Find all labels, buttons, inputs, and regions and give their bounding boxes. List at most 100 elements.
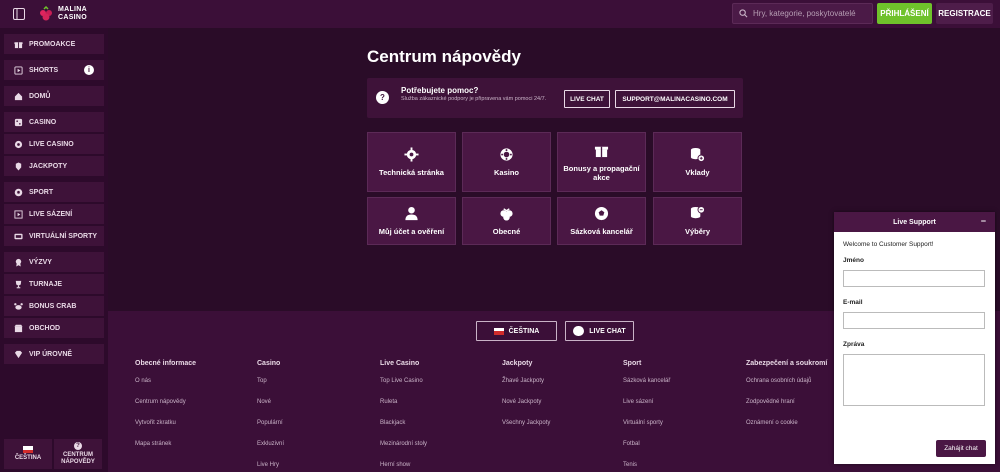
footer-link[interactable]: Ruleta bbox=[380, 399, 495, 420]
category-obecne[interactable]: Obecné bbox=[462, 197, 551, 245]
footer-link[interactable]: Blackjack bbox=[380, 420, 495, 441]
live-chat-button[interactable]: LIVE CHAT bbox=[564, 90, 610, 108]
category-kasino[interactable]: Kasino bbox=[462, 132, 551, 192]
footer-link[interactable]: Vytvořit zkratku bbox=[135, 420, 250, 441]
category-technicka-stranka[interactable]: Technická stránka bbox=[367, 132, 456, 192]
category-bonusy[interactable]: Bonusy a propagační akce bbox=[557, 132, 646, 192]
search-icon bbox=[739, 9, 748, 18]
sidebar-item-turnaje[interactable]: TURNAJE bbox=[4, 274, 104, 294]
sidebar-item-promoakce[interactable]: PROMOAKCE bbox=[4, 34, 104, 54]
support-email-button[interactable]: SUPPORT@MALINACASINO.COM bbox=[615, 90, 735, 108]
category-sazkova-kancelar[interactable]: Sázková kancelář bbox=[557, 197, 646, 245]
help-center-button[interactable]: ? CENTRUM NÁPOVĚDY bbox=[54, 439, 102, 469]
footer-link[interactable]: Tenis bbox=[623, 462, 738, 472]
shorts-icon bbox=[14, 65, 23, 75]
footer-link[interactable]: Top bbox=[257, 378, 372, 399]
footer-link[interactable]: Top Live Casino bbox=[380, 378, 495, 399]
help-center-label-line2: NÁPOVĚDY bbox=[61, 459, 95, 465]
sidebar-item-domu[interactable]: DOMŮ bbox=[4, 86, 104, 106]
category-vybery[interactable]: Výběry bbox=[653, 197, 742, 245]
sidebar-item-casino[interactable]: CASINO bbox=[4, 112, 104, 132]
language-label: ČEŠTINA bbox=[14, 455, 42, 461]
sidebar-item-label: TURNAJE bbox=[29, 280, 63, 288]
top-bar: MALINA CASINO PŘIHLÁŠENÍ REGISTRACE bbox=[0, 0, 1000, 28]
help-box-title: Potřebujete pomoc? bbox=[401, 86, 479, 95]
category-label: Obecné bbox=[492, 227, 521, 236]
live-support-widget: Live Support − Welcome to Customer Suppo… bbox=[834, 212, 995, 464]
footer-column-sport: Sport Sázková kancelář Live sázení Virtu… bbox=[623, 360, 738, 472]
home-icon bbox=[14, 92, 23, 101]
footer-link[interactable]: Nové bbox=[257, 399, 372, 420]
footer-link[interactable]: Nové Jackpoty bbox=[502, 399, 617, 420]
search-input[interactable] bbox=[753, 9, 868, 18]
footer-language-label: ČEŠTINA bbox=[508, 327, 540, 335]
footer-column-heading: Casino bbox=[257, 360, 281, 367]
question-icon: ? bbox=[74, 442, 82, 450]
footer-language-button[interactable]: ČEŠTINA bbox=[476, 321, 557, 341]
sidebar-item-label: VIRTUÁLNÍ SPORTY bbox=[29, 232, 98, 240]
footer-link[interactable]: Mezinárodní stoly bbox=[380, 441, 495, 462]
category-label: Můj účet a ověření bbox=[378, 227, 445, 236]
footer-link[interactable]: Exkluzivní bbox=[257, 441, 372, 462]
footer-column-obecne: Obecné informace O nás Centrum nápovědy … bbox=[135, 360, 250, 462]
question-icon: ? bbox=[376, 91, 389, 104]
category-label: Kasino bbox=[493, 168, 519, 177]
sidebar-item-label: LIVE SÁZENÍ bbox=[29, 210, 73, 218]
sidebar-item-label: OBCHOD bbox=[29, 324, 61, 332]
info-icon[interactable]: i bbox=[84, 65, 94, 75]
footer-link[interactable]: Herní show bbox=[380, 462, 495, 472]
live-casino-icon bbox=[14, 140, 23, 149]
soccer-ball-icon bbox=[14, 188, 23, 197]
sidebar-item-sport[interactable]: SPORT bbox=[4, 182, 104, 202]
category-muj-ucet[interactable]: Můj účet a ověření bbox=[367, 197, 456, 245]
sidebar-toggle-button[interactable] bbox=[8, 3, 30, 25]
footer-link[interactable]: Fotbal bbox=[623, 441, 738, 462]
sidebar-item-label: PROMOAKCE bbox=[29, 40, 76, 48]
register-button[interactable]: REGISTRACE bbox=[936, 3, 993, 24]
sidebar-item-bonus-crab[interactable]: BONUS CRAB bbox=[4, 296, 104, 316]
logo-text: MALINA CASINO bbox=[58, 6, 87, 22]
login-button[interactable]: PŘIHLÁŠENÍ bbox=[877, 3, 932, 24]
crab-icon bbox=[14, 302, 23, 311]
name-field[interactable] bbox=[843, 270, 985, 287]
logo-text-line1: MALINA bbox=[58, 6, 88, 13]
help-contact-box: ? Potřebujete pomoc? Služba zákaznické p… bbox=[367, 78, 743, 118]
category-label: Vklady bbox=[685, 168, 710, 177]
footer-link[interactable]: Live sázení bbox=[623, 399, 738, 420]
sidebar-item-vyzvy[interactable]: VÝZVY bbox=[4, 252, 104, 272]
footer-column-heading: Live Casino bbox=[380, 360, 420, 367]
footer-link[interactable]: Mapa stránek bbox=[135, 441, 250, 462]
sidebar-item-live-casino[interactable]: LIVE CASINO bbox=[4, 134, 104, 154]
footer-link[interactable]: Sázková kancelář bbox=[623, 378, 738, 399]
footer-column-live-casino: Live Casino Top Live Casino Ruleta Black… bbox=[380, 360, 495, 472]
sidebar-item-live-sazeni[interactable]: LIVE SÁZENÍ bbox=[4, 204, 104, 224]
shop-icon bbox=[14, 324, 23, 333]
footer-live-chat-button[interactable]: LIVE CHAT bbox=[565, 321, 634, 341]
language-selector-button[interactable]: ČEŠTINA bbox=[4, 439, 52, 469]
footer-link[interactable]: O nás bbox=[135, 378, 250, 399]
message-field[interactable] bbox=[843, 354, 985, 406]
footer-column-heading: Sport bbox=[623, 360, 642, 367]
footer-link[interactable]: Všechny Jackpoty bbox=[502, 420, 617, 441]
logo[interactable]: MALINA CASINO bbox=[38, 6, 87, 22]
start-chat-button[interactable]: Zahájit chat bbox=[936, 440, 986, 457]
sidebar-item-obchod[interactable]: OBCHOD bbox=[4, 318, 104, 338]
sidebar-item-jackpoty[interactable]: JACKPOTY bbox=[4, 156, 104, 176]
logo-text-line2: CASINO bbox=[58, 14, 88, 21]
sidebar-item-virtualni-sporty[interactable]: VIRTUÁLNÍ SPORTY bbox=[4, 226, 104, 246]
sidebar-item-label: DOMŮ bbox=[29, 92, 51, 100]
sidebar-item-vip-urovne[interactable]: VIP ÚROVNĚ bbox=[4, 344, 104, 364]
search-box[interactable] bbox=[732, 3, 873, 24]
footer-link[interactable]: Virtuální sporty bbox=[623, 420, 738, 441]
footer-link[interactable]: Populární bbox=[257, 420, 372, 441]
category-vklady[interactable]: Vklady bbox=[653, 132, 742, 192]
email-field[interactable] bbox=[843, 312, 985, 329]
help-center-label-line1: CENTRUM bbox=[63, 452, 93, 458]
minimize-button[interactable]: − bbox=[981, 216, 986, 226]
sidebar-item-shorts[interactable]: SHORTS i bbox=[4, 60, 104, 80]
footer-link[interactable]: Live Hry bbox=[257, 462, 372, 472]
sidebar-item-label: CASINO bbox=[29, 118, 57, 126]
footer-link[interactable]: Žhavé Jackpoty bbox=[502, 378, 617, 399]
sidebar-item-label: VIP ÚROVNĚ bbox=[29, 350, 73, 358]
footer-link[interactable]: Centrum nápovědy bbox=[135, 399, 250, 420]
